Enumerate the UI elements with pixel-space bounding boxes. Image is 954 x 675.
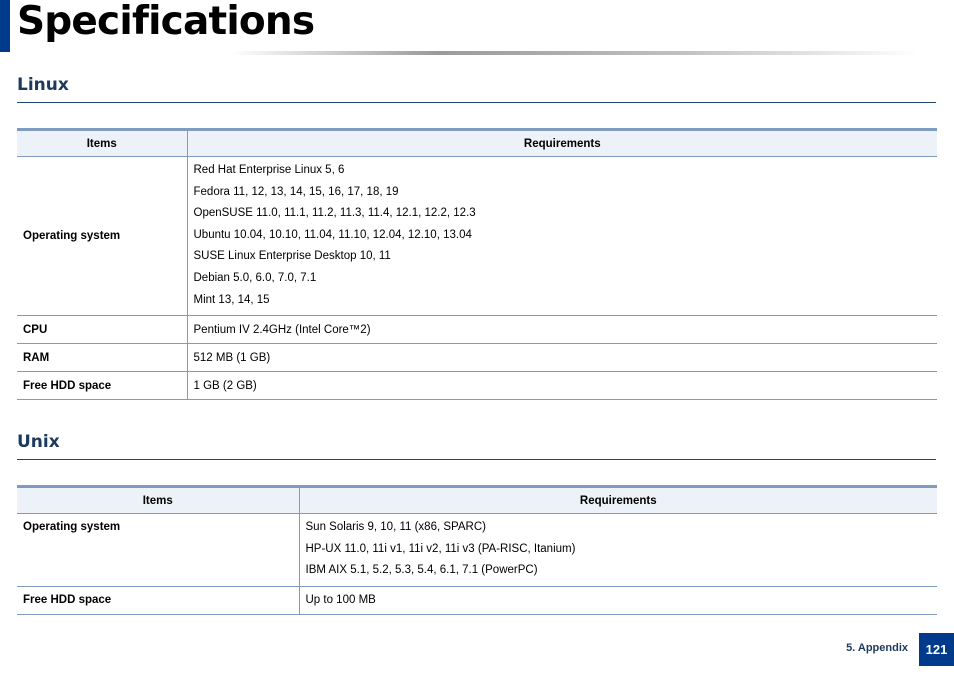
title-underline	[230, 51, 920, 55]
requirement-value: Mint 13, 14, 15	[193, 293, 270, 306]
section-rule-unix	[17, 459, 936, 460]
section-heading-linux: Linux	[17, 75, 69, 95]
table-row-free-hdd-space: Free HDD space 1 GB (2 GB)	[17, 371, 937, 401]
linux-requirements-table: Items Requirements Operating system Red …	[17, 128, 937, 401]
page-title: Specifications	[17, 0, 315, 44]
column-header-items: Items	[17, 128, 188, 157]
table-row-free-hdd-space: Free HDD space Up to 100 MB	[17, 586, 937, 615]
item-label: Operating system	[17, 156, 188, 317]
requirement-value: Red Hat Enterprise Linux 5, 6	[193, 164, 345, 176]
requirement-value: Up to 100 MB	[299, 586, 937, 615]
requirement-value: Pentium IV 2.4GHz (Intel Core™2)	[187, 315, 937, 345]
section-rule-linux	[17, 102, 936, 103]
footer-section-label: 5. Appendix	[846, 642, 908, 654]
requirement-value: HP-UX 11.0, 11i v1, 11i v2, 11i v3 (PA-R…	[305, 542, 576, 555]
table-row-ram: RAM 512 MB (1 GB)	[17, 343, 937, 373]
table-row-operating-system: Operating system Red Hat Enterprise Linu…	[17, 156, 937, 317]
section-heading-unix: Unix	[17, 432, 60, 452]
requirement-value: IBM AIX 5.1, 5.2, 5.3, 5.4, 6.1, 7.1 (Po…	[305, 564, 538, 577]
requirement-value: SUSE Linux Enterprise Desktop 10, 11	[193, 250, 391, 263]
column-header-items: Items	[17, 485, 300, 514]
item-label: RAM	[17, 343, 188, 373]
table-row-cpu: CPU Pentium IV 2.4GHz (Intel Core™2)	[17, 315, 937, 345]
item-label: CPU	[17, 315, 188, 345]
requirement-value: Sun Solaris 9, 10, 11 (x86, SPARC)	[305, 521, 486, 533]
table-header-row: Items Requirements	[17, 128, 937, 157]
requirement-value: Ubuntu 10.04, 10.10, 11.04, 11.10, 12.04…	[193, 228, 472, 241]
item-label: Operating system	[17, 513, 300, 587]
requirement-list: Sun Solaris 9, 10, 11 (x86, SPARC) HP-UX…	[299, 513, 937, 587]
item-label: Free HDD space	[17, 586, 300, 615]
requirement-list: Red Hat Enterprise Linux 5, 6 Fedora 11,…	[187, 156, 937, 317]
table-header-row: Items Requirements	[17, 485, 937, 514]
requirement-value: 512 MB (1 GB)	[187, 343, 937, 373]
column-header-requirements: Requirements	[187, 128, 937, 157]
requirement-value: OpenSUSE 11.0, 11.1, 11.2, 11.3, 11.4, 1…	[193, 207, 476, 220]
page-number-badge: 121	[919, 633, 954, 666]
unix-requirements-table: Items Requirements Operating system Sun …	[17, 485, 937, 615]
requirement-value: Debian 5.0, 6.0, 7.0, 7.1	[193, 271, 317, 284]
column-header-requirements: Requirements	[299, 485, 937, 514]
title-accent-bar	[0, 0, 10, 52]
item-label: Free HDD space	[17, 371, 188, 401]
requirement-value: Fedora 11, 12, 13, 14, 15, 16, 17, 18, 1…	[193, 185, 399, 198]
requirement-value: 1 GB (2 GB)	[187, 371, 937, 401]
table-row-operating-system: Operating system Sun Solaris 9, 10, 11 (…	[17, 513, 937, 587]
